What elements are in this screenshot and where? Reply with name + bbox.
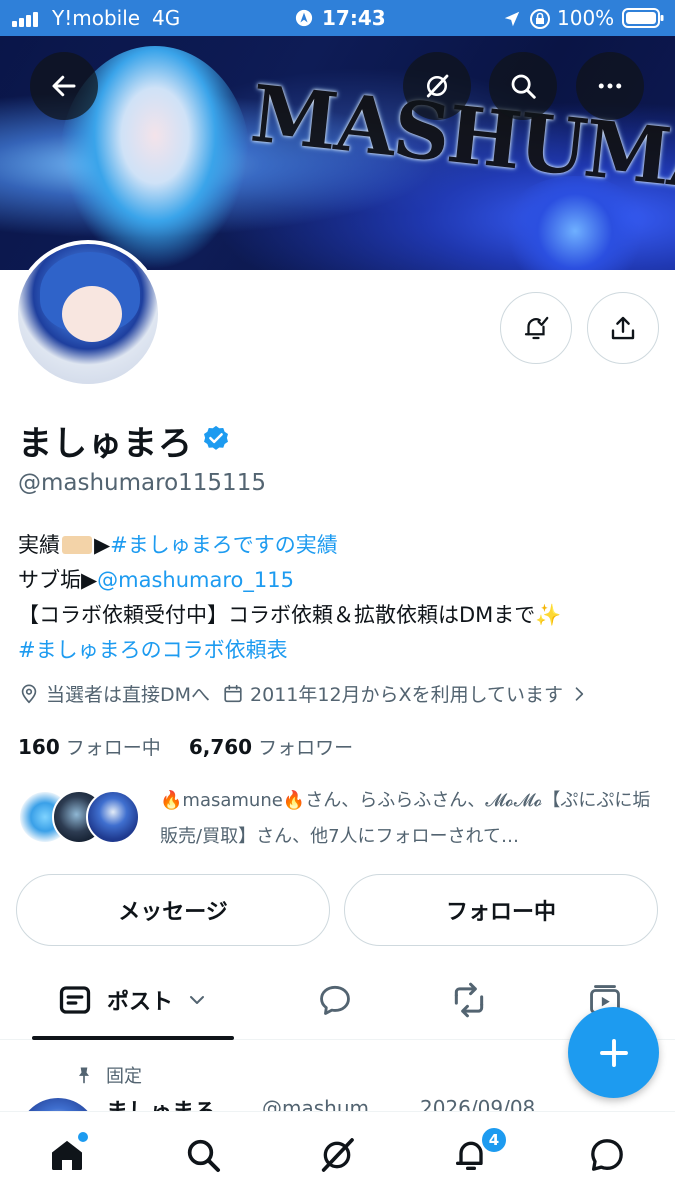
following-link[interactable]: 160 フォロー中	[18, 735, 161, 759]
post-author-avatar[interactable]	[18, 1098, 98, 1112]
mutual-avatar	[86, 790, 140, 844]
back-arrow-icon	[52, 75, 76, 97]
clock: 17:43	[322, 6, 386, 30]
bio-line-1: 実績 ▶#ましゅまろですの実績	[18, 528, 561, 563]
search-icon	[511, 74, 536, 99]
profile-bio: 実績 ▶#ましゅまろですの実績 サブ垢▶@mashumaro_115 【コラボ依頼…	[18, 528, 561, 668]
chevron-right-icon[interactable]	[569, 684, 589, 704]
posts-icon	[59, 986, 91, 1014]
following-label: フォロー中	[65, 737, 161, 759]
message-button[interactable]: メッセージ	[16, 874, 330, 946]
bio-text: 【コラボ依頼受付中】コラボ依頼＆拡散依頼はDMまで	[18, 603, 536, 627]
notification-badge: 4	[480, 1126, 508, 1154]
share-button[interactable]	[587, 292, 659, 364]
reply-bubble-icon	[320, 985, 350, 1015]
repost-icon	[454, 982, 484, 1018]
tab-posts-label: ポスト	[106, 990, 173, 1015]
pin-icon	[79, 1067, 89, 1084]
followed-by-text[interactable]: 🔥masamune🔥さん、らふらふさん、𝓜𝓸𝓜𝓸【ぷにぷに垢販売/買取】さん、他…	[160, 783, 655, 855]
bio-arrow: ▶	[94, 533, 111, 557]
search-icon	[187, 1139, 220, 1172]
rotation-lock-icon	[530, 9, 550, 29]
pinned-label: 固定	[106, 1066, 142, 1087]
avatar-face	[62, 286, 122, 342]
pinned-indicator: 固定	[74, 1062, 142, 1088]
nav-grok[interactable]	[314, 1132, 360, 1178]
status-bar: Y!mobile 4G 17:43 100%	[0, 0, 675, 36]
post-author-handle: @mashum...	[262, 1096, 389, 1112]
more-dots-icon	[598, 83, 622, 89]
more-options-button[interactable]	[576, 52, 644, 120]
grok-icon	[321, 1138, 354, 1172]
hashtag-link[interactable]: #ましゅまろですの実績	[110, 533, 338, 557]
battery-percent: 100%	[557, 6, 615, 30]
followers-you-know-avatars[interactable]	[18, 790, 142, 846]
compose-post-button[interactable]	[568, 1007, 659, 1098]
search-button[interactable]	[489, 52, 557, 120]
tab-posts[interactable]: ポスト	[32, 960, 234, 1040]
profile-handle: @mashumaro115115	[18, 470, 266, 496]
bio-line-4: #ましゅまろのコラボ依頼表	[18, 633, 561, 668]
follow-counts: 160 フォロー中 6,760 フォロワー	[18, 733, 353, 760]
plus-icon	[599, 1038, 628, 1067]
signal-icon	[12, 9, 46, 27]
grok-button[interactable]	[403, 52, 471, 120]
bio-text: サブ垢▶	[18, 568, 98, 592]
following-count: 160	[18, 735, 60, 759]
profile-meta: 当選者は直接DMへ 2011年12月からXを利用しています	[18, 680, 595, 707]
mention-link[interactable]: @mashumaro_115	[97, 568, 294, 592]
profile-avatar[interactable]	[14, 240, 162, 388]
profile-banner[interactable]: MASHUMARO	[0, 36, 675, 270]
bell-check-icon	[524, 316, 549, 340]
sparkle-emoji: ✨	[535, 603, 562, 627]
grok-icon	[426, 74, 449, 98]
followers-link[interactable]: 6,760 フォロワー	[188, 735, 354, 759]
network-type: 4G	[152, 6, 181, 30]
hashtag-link[interactable]: #ましゅまろのコラボ依頼表	[18, 638, 288, 662]
location-text: 当選者は直接DMへ	[46, 684, 211, 706]
location-arrow-icon	[504, 11, 520, 27]
tab-replies[interactable]	[300, 960, 370, 1040]
battery-icon	[622, 8, 664, 28]
verified-badge-icon[interactable]	[201, 424, 231, 454]
home-new-indicator	[78, 1132, 88, 1142]
carrier-name: Y!mobile	[52, 6, 141, 30]
share-icon	[611, 316, 635, 340]
following-button[interactable]: フォロー中	[344, 874, 658, 946]
profile-name: ましゅまろ	[18, 424, 193, 464]
tag-emoji-icon	[62, 536, 92, 554]
tab-reposts[interactable]	[434, 960, 504, 1040]
notification-subscribe-button[interactable]	[500, 292, 572, 364]
bio-line-3: 【コラボ依頼受付中】コラボ依頼＆拡散依頼はDMまで✨	[18, 598, 561, 633]
bio-text: 実績	[18, 533, 60, 557]
post-date: 2026/09/08	[420, 1096, 536, 1112]
bottom-navigation: 4	[0, 1111, 675, 1200]
message-bubble-icon	[591, 1139, 623, 1171]
location-lock-icon	[295, 9, 313, 27]
chevron-down-icon	[190, 996, 204, 1004]
bio-line-2: サブ垢▶@mashumaro_115	[18, 563, 561, 598]
nav-explore[interactable]	[180, 1132, 226, 1178]
calendar-icon	[224, 684, 242, 702]
back-button[interactable]	[30, 52, 98, 120]
followers-count: 6,760	[188, 735, 253, 759]
location-pin-icon	[21, 683, 37, 703]
join-date-text: 2011年12月からXを利用しています	[250, 684, 564, 706]
active-tab-indicator	[32, 1036, 234, 1040]
pinned-post-preview[interactable]: ましゅまろ @mashum... 2026/09/08	[0, 1094, 675, 1112]
post-author-name: ましゅまろ	[106, 1094, 216, 1112]
nav-messages[interactable]	[584, 1132, 630, 1178]
followers-label: フォロワー	[258, 737, 354, 759]
